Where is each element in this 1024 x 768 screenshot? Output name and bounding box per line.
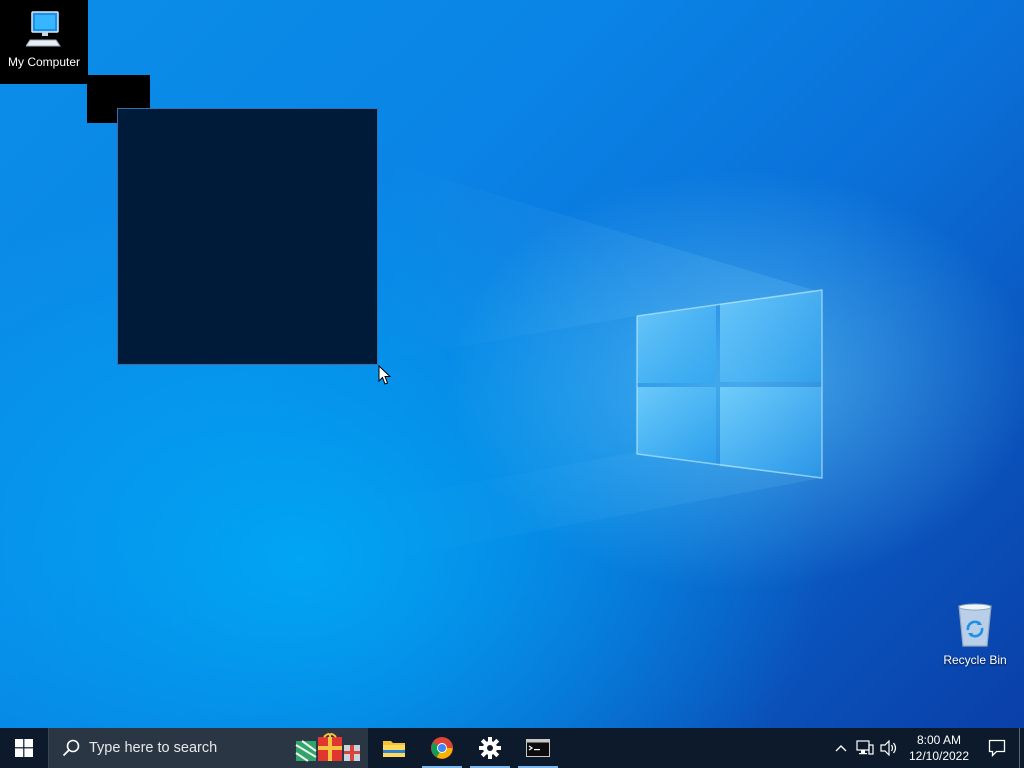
taskbar-google-chrome[interactable] [418,728,466,768]
windows-start-icon [15,739,33,757]
terminal-icon [526,739,550,757]
taskbar-file-explorer[interactable] [370,728,418,768]
gear-icon [479,737,501,759]
search-highlight-gifts-icon [295,733,360,762]
clock-time: 8:00 AM [916,733,962,747]
taskbar-clock[interactable]: 8:00 AM 12/10/2022 [903,732,975,764]
taskbar: Type here to search 8:00 AM 12/10/2022 [0,728,1024,768]
folder-icon [383,741,405,757]
show-desktop-button[interactable] [1019,728,1024,768]
chevron-up-icon [835,745,847,752]
mouse-cursor-icon [378,365,392,385]
system-tray: 8:00 AM 12/10/2022 [829,728,1024,768]
speaker-icon [880,740,897,756]
network-icon [856,740,874,755]
search-placeholder: Type here to search [89,740,218,756]
action-center-button[interactable] [975,728,1019,768]
taskbar-command-prompt[interactable] [514,728,562,768]
notification-icon [988,739,1006,757]
taskbar-settings[interactable] [466,728,514,768]
desktop-icon-label: My Computer [7,55,81,69]
start-button[interactable] [0,728,48,768]
network-status-button[interactable] [853,728,877,768]
desktop-icon-label: Recycle Bin [943,653,1007,667]
chrome-icon [431,737,453,759]
search-icon [62,739,80,757]
drag-selection-rectangle [117,108,378,365]
desktop-icon-recycle-bin[interactable]: Recycle Bin [931,602,1019,667]
clock-date: 12/10/2022 [908,749,970,763]
desktop-icon-my-computer[interactable]: My Computer [0,0,88,84]
taskbar-search-box[interactable]: Type here to search [48,728,368,768]
volume-button[interactable] [877,728,901,768]
computer-icon [25,11,61,47]
show-hidden-icons-button[interactable] [829,728,853,768]
recycle-bin-icon [958,603,992,647]
